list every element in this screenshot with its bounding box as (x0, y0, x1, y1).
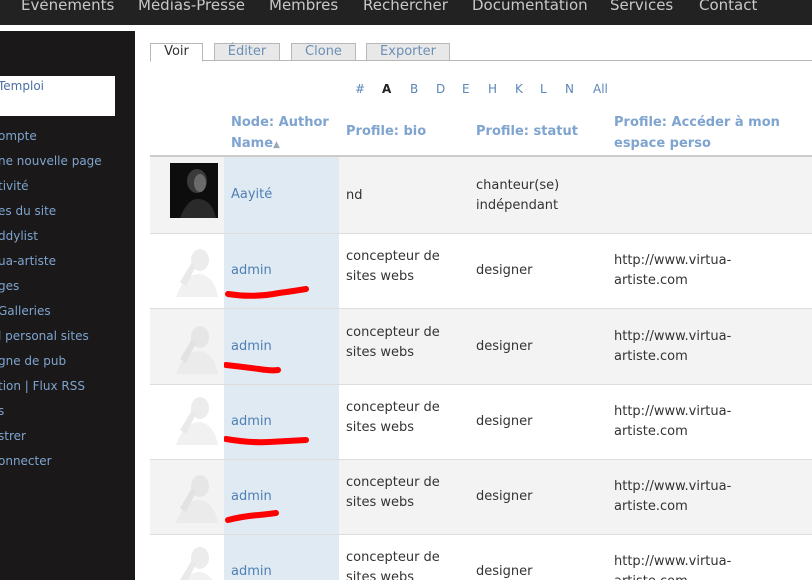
sidebar-item-flux-rss[interactable]: tion | Flux RSS (0, 379, 85, 393)
column-header-site[interactable]: Profile: Accéder à mon espace perso (614, 112, 804, 154)
sidebar-item-se-deconnecter[interactable]: onnecter (0, 454, 52, 468)
bio-cell: nd (346, 188, 363, 203)
tab-exporter[interactable]: Exporter (366, 43, 450, 61)
red-scribble-redaction (225, 510, 279, 523)
avatar[interactable] (170, 163, 218, 218)
statut-cell: designer (476, 489, 533, 504)
sort-ascending-icon: ▲ (273, 140, 280, 150)
nav-item-services[interactable]: Services (610, 0, 673, 14)
tab-editer[interactable]: Éditer (214, 43, 280, 61)
column-header-bio[interactable]: Profile: bio (346, 121, 466, 142)
faded-avatar-icon (176, 249, 218, 297)
avatar[interactable] (170, 540, 218, 580)
author-link[interactable]: admin (231, 564, 272, 579)
login-box-text[interactable]: Temploi (0, 79, 44, 93)
table-row: Aayité nd chanteur(se) indépendant (150, 157, 812, 234)
site-link[interactable]: http://www.virtua-artiste.com (614, 327, 764, 367)
sidebar-item-campagne-de-pub[interactable]: gne de pub (0, 354, 66, 368)
sidebar-item-compte[interactable]: ompte (0, 129, 37, 143)
letter-filter-a[interactable]: A (382, 82, 391, 96)
avatar[interactable] (170, 468, 218, 523)
table-row: admin concepteur de sites webs designer … (150, 309, 812, 385)
sidebar-item-images[interactable]: ges (0, 279, 19, 293)
letter-filter-hash[interactable]: # (355, 82, 365, 96)
nav-item-documentation[interactable]: Documentation (472, 0, 588, 14)
letter-filter-l[interactable]: L (540, 82, 547, 96)
letter-filter-n[interactable]: N (565, 82, 574, 96)
faded-avatar-icon (176, 397, 218, 445)
table-row: admin concepteur de sites webs designer … (150, 234, 812, 309)
author-link[interactable]: admin (231, 339, 272, 354)
nav-item-evenements[interactable]: Evènements (21, 0, 114, 14)
site-link[interactable]: http://www.virtua-artiste.com (614, 477, 764, 517)
statut-cell: designer (476, 339, 533, 354)
nav-item-medias-presse[interactable]: Médias-Presse (138, 0, 245, 14)
sidebar: Temploi ompte ne nouvelle page tivité es… (0, 31, 135, 580)
red-scribble-redaction (224, 362, 281, 374)
sidebar-item-galleries[interactable]: Galleries (0, 304, 51, 318)
avatar[interactable] (170, 390, 218, 445)
top-navigation: Evènements Médias-Presse Membres Recherc… (0, 0, 812, 25)
tab-clone[interactable]: Clone (291, 43, 356, 61)
table-row: admin concepteur de sites webs designer … (150, 535, 812, 580)
author-link[interactable]: admin (231, 414, 272, 429)
bio-cell: concepteur de sites webs (346, 325, 440, 360)
site-link[interactable]: http://www.virtua-artiste.com (614, 251, 764, 291)
sidebar-item-enregistrer[interactable]: strer (0, 429, 26, 443)
avatar[interactable] (170, 242, 218, 297)
sidebar-item-activite[interactable]: tivité (0, 179, 29, 193)
column-header-author[interactable]: Node: Author Name▲ (231, 112, 336, 156)
author-link[interactable]: Aayité (231, 187, 272, 202)
author-link[interactable]: admin (231, 489, 272, 504)
table-row: admin concepteur de sites webs designer … (150, 460, 812, 535)
nav-item-membres[interactable]: Membres (269, 0, 338, 14)
login-box: Temploi (0, 76, 115, 116)
tab-voir[interactable]: Voir (150, 43, 203, 62)
site-link[interactable]: http://www.virtua-artiste.com (614, 552, 764, 580)
faded-avatar-icon (180, 547, 213, 580)
red-scribble-redaction (225, 286, 309, 299)
table-row: admin concepteur de sites webs designer … (150, 385, 812, 460)
faded-avatar-icon (176, 475, 218, 523)
avatar-photo-icon (170, 163, 218, 218)
letter-filter-d[interactable]: D (436, 82, 445, 96)
bio-cell: concepteur de sites webs (346, 249, 440, 284)
bio-cell: concepteur de sites webs (346, 400, 440, 435)
letter-filter-k[interactable]: K (515, 82, 523, 96)
faded-avatar-icon (176, 326, 218, 374)
statut-cell: designer (476, 263, 533, 278)
bio-cell: concepteur de sites webs (346, 550, 440, 580)
red-scribble-redaction (224, 436, 309, 446)
sidebar-item-nouvelle-page[interactable]: ne nouvelle page (0, 154, 102, 168)
letter-filter-e[interactable]: E (462, 82, 470, 96)
nav-item-rechercher[interactable]: Rechercher (363, 0, 448, 14)
site-link[interactable]: http://www.virtua-artiste.com (614, 402, 764, 442)
sidebar-item-personal-sites[interactable]: l personal sites (0, 329, 89, 343)
sidebar-item-buddylist[interactable]: ddylist (0, 229, 38, 243)
sidebar-item-virtua-artiste[interactable]: ua-artiste (0, 254, 56, 268)
sidebar-item-s[interactable]: s (0, 404, 4, 418)
avatar[interactable] (170, 319, 218, 374)
statut-cell: designer (476, 564, 533, 579)
letter-filter-all[interactable]: All (593, 82, 608, 96)
sidebar-item-pages-du-site[interactable]: es du site (0, 204, 56, 218)
letter-filter-h[interactable]: H (488, 82, 497, 96)
nav-item-contact[interactable]: Contact (699, 0, 757, 14)
author-link[interactable]: admin (231, 263, 272, 278)
column-header-statut[interactable]: Profile: statut (476, 121, 596, 142)
letter-filter-b[interactable]: B (410, 82, 418, 96)
statut-cell: designer (476, 414, 533, 429)
statut-cell: chanteur(se) indépendant (476, 178, 560, 213)
bio-cell: concepteur de sites webs (346, 475, 440, 510)
